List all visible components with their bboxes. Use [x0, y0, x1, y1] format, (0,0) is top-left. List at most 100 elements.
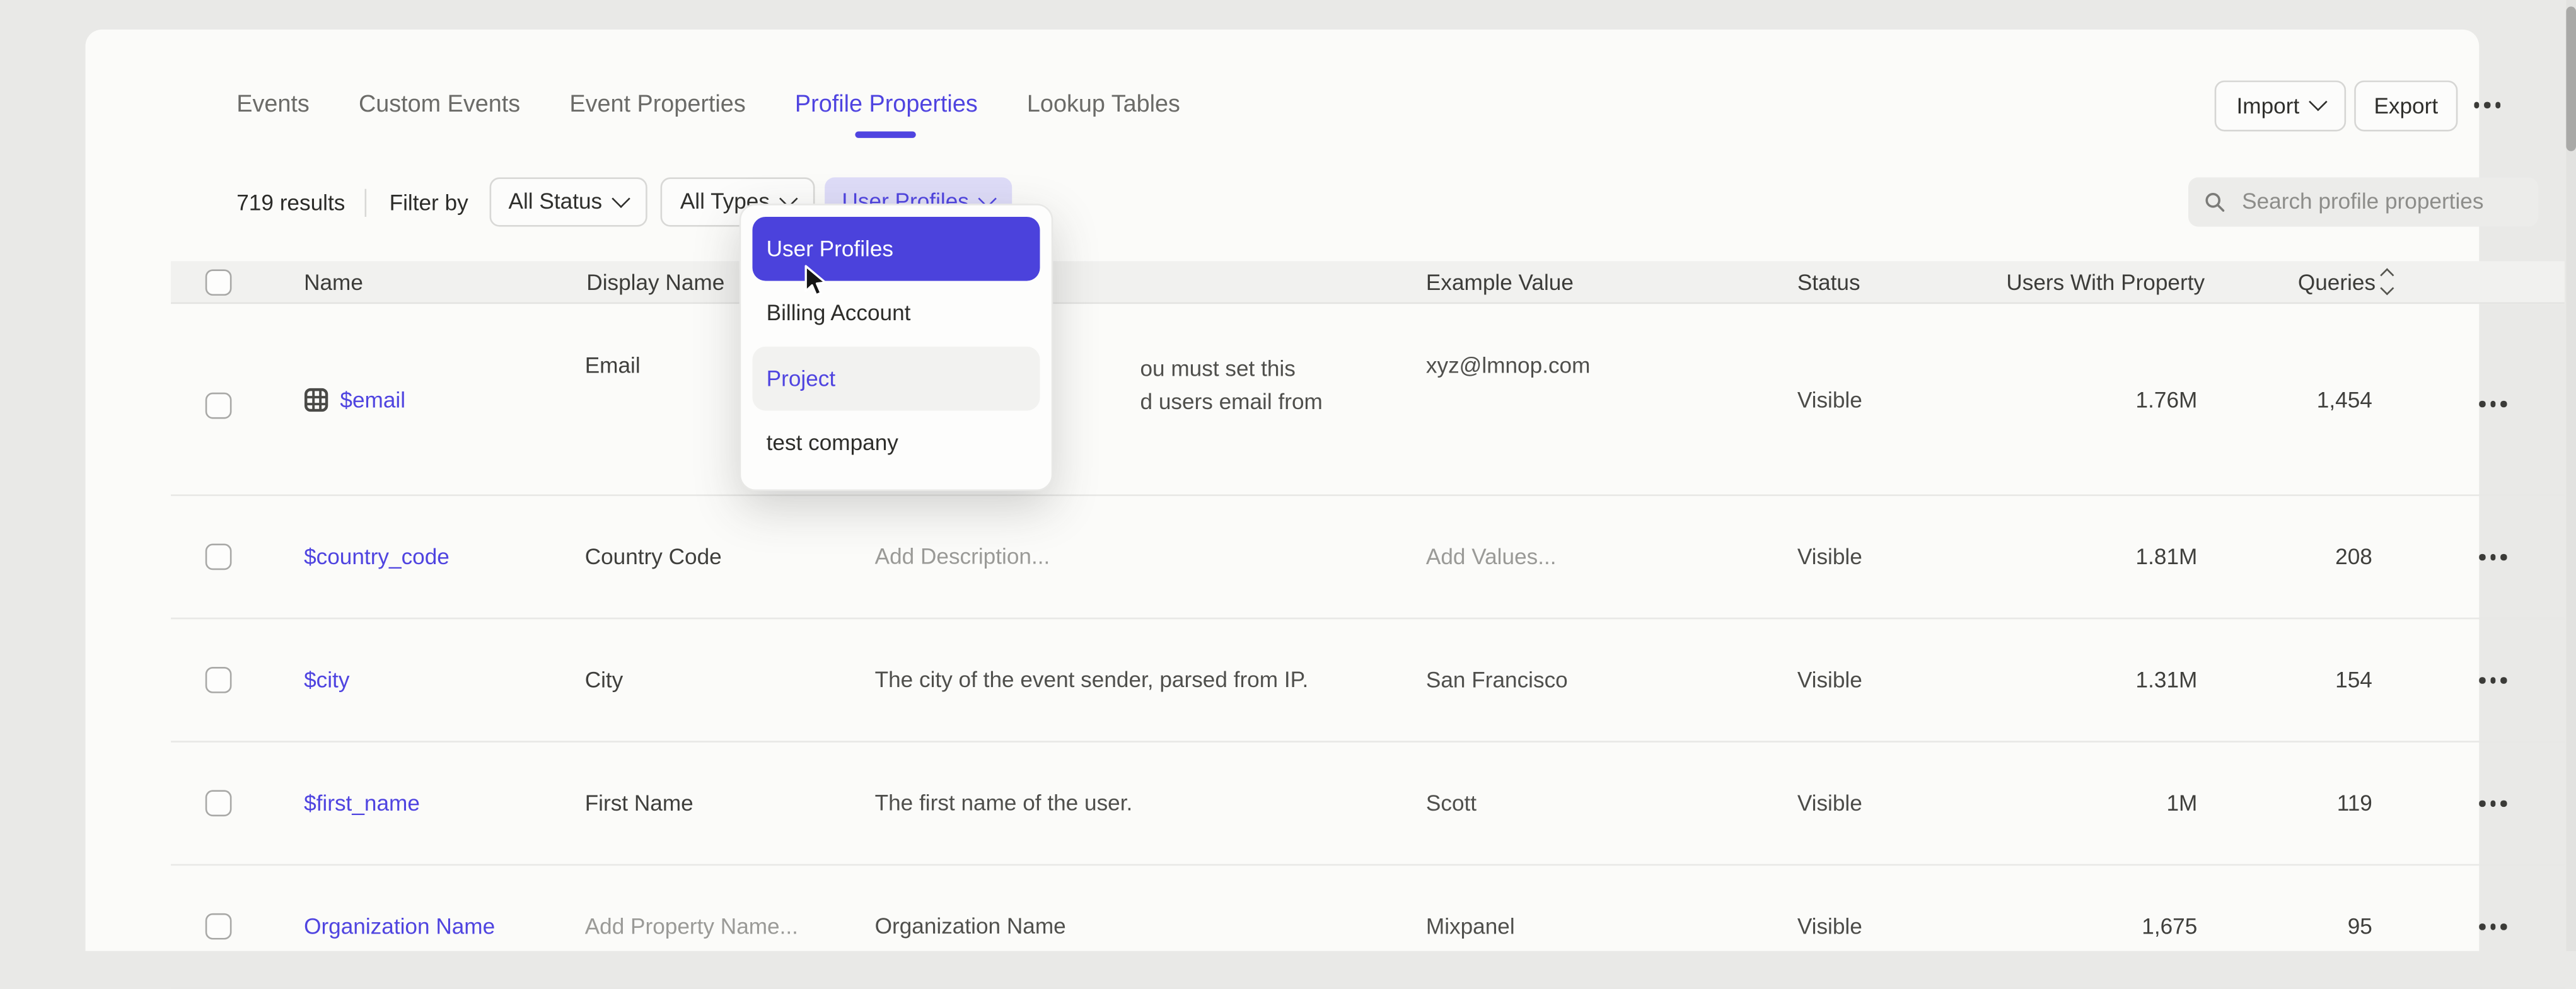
status-value[interactable]: Visible	[1797, 791, 1862, 816]
example-value-cell[interactable]: Add Values...	[1426, 545, 1557, 569]
status-filter-label: All Status	[509, 189, 603, 214]
column-header-users-with-property[interactable]: Users With Property	[1896, 269, 2205, 294]
status-value[interactable]: Visible	[1797, 668, 1862, 692]
description-text: The first name of the user.	[875, 787, 1133, 819]
row-checkbox[interactable]	[206, 393, 232, 419]
status-value[interactable]: Visible	[1797, 914, 1862, 939]
display-name-cell[interactable]: Email	[585, 353, 641, 378]
status-filter-dropdown[interactable]: All Status	[489, 176, 646, 226]
row-checkbox[interactable]	[206, 667, 232, 693]
table-body: $email Email ou must set thisd users ema…	[171, 304, 2565, 989]
row-menu-button[interactable]	[2476, 917, 2509, 936]
tab-custom-events[interactable]: Custom Events	[359, 92, 520, 119]
import-button[interactable]: Import	[2215, 81, 2346, 130]
example-value-cell[interactable]: Mixpanel	[1426, 914, 1515, 939]
row-checkbox[interactable]	[206, 913, 232, 940]
tab-lookup-tables[interactable]: Lookup Tables	[1027, 92, 1180, 119]
property-name-link[interactable]: $first_name	[304, 791, 420, 816]
description-cell[interactable]: Add Description...	[875, 541, 1050, 573]
chevron-down-icon	[2308, 93, 2326, 111]
table-row: Organization Name Add Property Name... O…	[171, 865, 2565, 988]
tab-event-properties[interactable]: Event Properties	[569, 92, 745, 119]
display-name-cell[interactable]: City	[585, 668, 624, 692]
ellipsis-icon	[2474, 102, 2480, 108]
filter-by-label: Filter by	[390, 190, 468, 215]
content-card: Events Custom Events Event Properties Pr…	[86, 30, 2480, 951]
scrollbar-track[interactable]	[2565, 0, 2576, 951]
lexicon-page: Events Custom Events Event Properties Pr…	[0, 0, 2576, 951]
dropdown-item-project[interactable]: Project	[751, 346, 1040, 410]
dropdown-item-user-profiles[interactable]: User Profiles	[751, 217, 1040, 281]
display-name-cell[interactable]: First Name	[585, 791, 693, 816]
status-value[interactable]: Visible	[1797, 388, 1862, 412]
more-menu-button[interactable]	[2466, 89, 2509, 122]
scrollbar-thumb[interactable]	[2565, 6, 2576, 151]
tab-events[interactable]: Events	[236, 92, 310, 119]
ellipsis-icon	[2479, 801, 2485, 806]
column-header-status[interactable]: Status	[1797, 269, 1860, 294]
example-value-cell[interactable]: Scott	[1426, 791, 1477, 816]
users-with-property-value: 1M	[1896, 791, 2197, 816]
export-button-label: Export	[2374, 93, 2438, 118]
divider	[364, 188, 366, 216]
tab-profile-properties[interactable]: Profile Properties	[795, 92, 978, 119]
queries-value: 208	[2208, 545, 2372, 569]
row-checkbox[interactable]	[206, 790, 232, 816]
table-row: $email Email ou must set thisd users ema…	[171, 304, 2565, 496]
description-cell[interactable]: Organization Name	[875, 910, 1066, 942]
column-header-example-value[interactable]: Example Value	[1426, 269, 1574, 294]
row-checkbox[interactable]	[206, 544, 232, 570]
entity-dropdown-menu: User Profiles Billing Account Project te…	[738, 204, 1053, 490]
table-row: $first_name First Name The first name of…	[171, 743, 2565, 865]
row-menu-button[interactable]	[2476, 394, 2509, 413]
queries-value: 1,454	[2208, 388, 2372, 412]
description-cell[interactable]: The first name of the user.	[875, 787, 1133, 819]
search-icon	[2204, 190, 2224, 212]
property-name-cell[interactable]: Organization Name	[304, 914, 495, 939]
users-with-property-value: 1.76M	[1896, 388, 2197, 412]
search-box[interactable]	[2188, 176, 2538, 226]
property-name-link[interactable]: $email	[340, 388, 405, 412]
property-name-cell[interactable]: $city	[304, 668, 349, 692]
property-name-cell[interactable]: $country_code	[304, 545, 450, 569]
column-header-name[interactable]: Name	[304, 269, 363, 294]
row-menu-button[interactable]	[2476, 671, 2509, 690]
description-cell[interactable]: The city of the event sender, parsed fro…	[875, 664, 1309, 696]
users-with-property-value: 1.81M	[1896, 545, 2197, 569]
description-text: Organization Name	[875, 910, 1066, 942]
column-header-queries[interactable]: Queries	[2221, 269, 2392, 294]
mouse-cursor	[803, 265, 828, 301]
status-value[interactable]: Visible	[1797, 545, 1862, 569]
property-name-cell[interactable]: $email	[304, 388, 405, 412]
column-header-display-name[interactable]: Display Name	[586, 269, 724, 294]
search-input[interactable]	[2239, 187, 2522, 215]
dropdown-item-billing-account[interactable]: Billing Account	[751, 281, 1040, 345]
lexicon-tabs: Events Custom Events Event Properties Pr…	[236, 92, 1180, 119]
display-name-cell[interactable]: Country Code	[585, 545, 722, 569]
ellipsis-icon	[2479, 677, 2485, 683]
example-value-cell[interactable]: xyz@lmnop.com	[1426, 353, 1591, 378]
queries-header-label: Queries	[2298, 269, 2376, 294]
property-name-link[interactable]: Organization Name	[304, 914, 495, 939]
description-cell[interactable]: ou must set thisd users email from	[1140, 353, 1322, 417]
results-count[interactable]: 719 results	[236, 190, 345, 215]
select-all-checkbox[interactable]	[206, 269, 232, 295]
grid-icon	[304, 388, 328, 412]
sort-arrows-icon[interactable]	[2382, 270, 2393, 294]
property-name-link[interactable]: $country_code	[304, 545, 450, 569]
export-button[interactable]: Export	[2354, 81, 2457, 130]
description-text: Add Description...	[875, 541, 1050, 573]
table-row: $city City The city of the event sender,…	[171, 619, 2565, 742]
users-with-property-value: 1.31M	[1896, 668, 2197, 692]
display-name-cell[interactable]: Add Property Name...	[585, 914, 798, 939]
property-name-cell[interactable]: $first_name	[304, 791, 420, 816]
table-header: Name Display Name Example Value Status U…	[171, 261, 2565, 304]
import-button-label: Import	[2237, 93, 2300, 118]
row-menu-button[interactable]	[2476, 547, 2509, 566]
queries-value: 95	[2208, 914, 2372, 939]
property-name-link[interactable]: $city	[304, 668, 349, 692]
ellipsis-icon	[2479, 554, 2485, 560]
row-menu-button[interactable]	[2476, 794, 2509, 813]
dropdown-item-test-company[interactable]: test company	[751, 410, 1040, 475]
example-value-cell[interactable]: San Francisco	[1426, 668, 1568, 692]
